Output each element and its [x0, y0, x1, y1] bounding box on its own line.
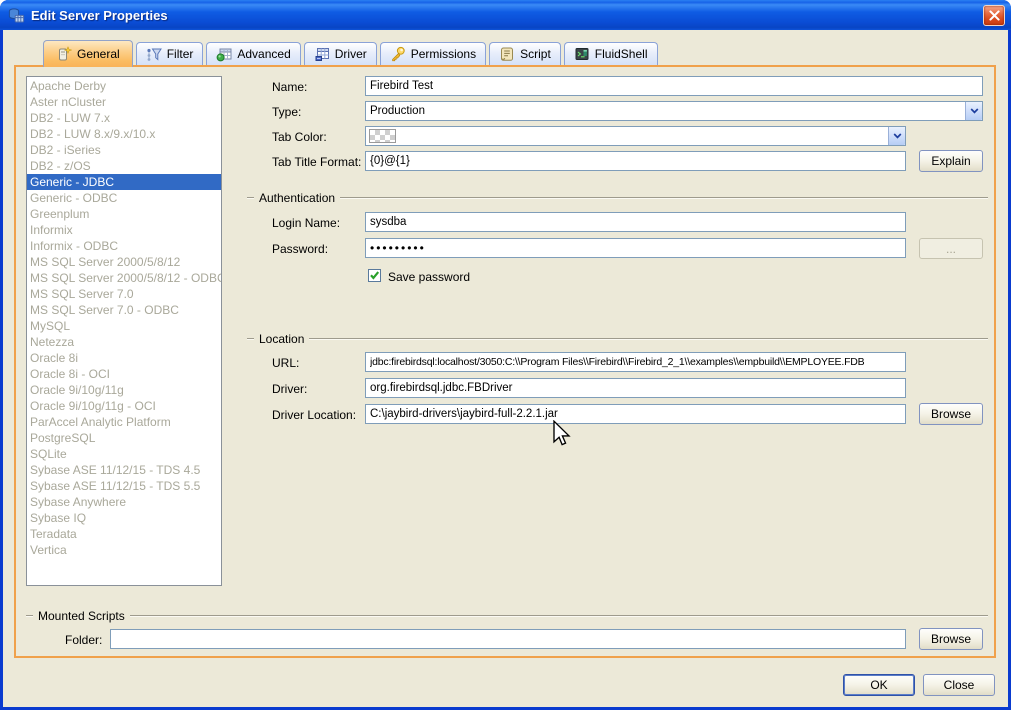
server-type-item[interactable]: Vertica [27, 542, 221, 558]
url-label: URL: [272, 356, 300, 370]
advanced-tab-icon [216, 46, 232, 62]
check-icon [370, 271, 380, 280]
server-type-item[interactable]: Informix - ODBC [27, 238, 221, 254]
tab-general[interactable]: General [43, 40, 133, 67]
server-type-item[interactable]: Oracle 9i/10g/11g [27, 382, 221, 398]
authentication-group-header: Authentication [247, 191, 988, 205]
chevron-down-icon[interactable] [965, 102, 982, 120]
close-button[interactable] [983, 5, 1005, 26]
server-type-item[interactable]: Teradata [27, 526, 221, 542]
save-password-label: Save password [388, 270, 471, 284]
server-type-item[interactable]: MySQL [27, 318, 221, 334]
window-title: Edit Server Properties [31, 7, 168, 23]
login-name-input[interactable] [365, 212, 906, 232]
mounted-scripts-group-title: Mounted Scripts [38, 609, 125, 623]
driver-location-label: Driver Location: [272, 408, 357, 422]
tab-script[interactable]: Script [489, 42, 561, 65]
save-password-checkbox[interactable] [368, 269, 381, 282]
type-selected-value: Production [370, 105, 425, 117]
password-input[interactable] [365, 238, 906, 258]
explain-button[interactable]: Explain [919, 150, 983, 172]
folder-browse-button[interactable]: Browse [919, 628, 983, 650]
server-type-item[interactable]: Sybase ASE 11/12/15 - TDS 4.5 [27, 462, 221, 478]
server-type-item[interactable]: Generic - ODBC [27, 190, 221, 206]
driver-label: Driver: [272, 382, 308, 396]
fluidshell-tab-icon [574, 46, 590, 62]
driver-tab-icon [314, 46, 330, 62]
server-type-item[interactable]: Apache Derby [27, 78, 221, 94]
password-label: Password: [272, 242, 329, 256]
server-type-item[interactable]: DB2 - z/OS [27, 158, 221, 174]
server-type-item[interactable]: DB2 - LUW 8.x/9.x/10.x [27, 126, 221, 142]
mouse-cursor-icon [552, 419, 571, 450]
close-icon [988, 10, 1000, 21]
server-type-item[interactable]: ParAccel Analytic Platform [27, 414, 221, 430]
type-select[interactable]: Production [365, 101, 983, 121]
general-tab-icon [56, 46, 72, 62]
ok-button[interactable]: OK [843, 674, 915, 696]
server-type-item[interactable]: PostgreSQL [27, 430, 221, 446]
server-type-item[interactable]: MS SQL Server 2000/5/8/12 - ODBC [27, 270, 221, 286]
permissions-tab-icon [390, 46, 406, 62]
tab-bar: General Filter Advanced Driver Permissio… [43, 38, 658, 67]
driver-location-input[interactable] [365, 404, 906, 424]
server-type-item[interactable]: MS SQL Server 7.0 [27, 286, 221, 302]
name-label: Name: [272, 80, 308, 94]
server-type-item[interactable]: Greenplum [27, 206, 221, 222]
title-bar: Edit Server Properties [0, 0, 1011, 30]
location-group-title: Location [259, 332, 305, 346]
server-type-item[interactable]: MS SQL Server 2000/5/8/12 [27, 254, 221, 270]
server-type-item[interactable]: Sybase IQ [27, 510, 221, 526]
type-label: Type: [272, 105, 302, 119]
script-tab-icon [499, 46, 515, 62]
close-dialog-button[interactable]: Close [923, 674, 995, 696]
tab-color-label: Tab Color: [272, 130, 327, 144]
folder-label: Folder: [65, 633, 103, 647]
server-type-item[interactable]: Generic - JDBC [27, 174, 221, 190]
location-group-header: Location [247, 332, 988, 346]
tab-fluidshell[interactable]: FluidShell [563, 42, 658, 65]
tab-color-select[interactable] [365, 126, 906, 146]
authentication-group-title: Authentication [259, 191, 336, 205]
server-type-item[interactable]: MS SQL Server 7.0 - ODBC [27, 302, 221, 318]
tab-filter[interactable]: Filter [135, 42, 204, 65]
server-type-item[interactable]: Aster nCluster [27, 94, 221, 110]
filter-tab-icon [146, 46, 162, 62]
driver-location-browse-button[interactable]: Browse [919, 403, 983, 425]
server-type-item[interactable]: DB2 - LUW 7.x [27, 110, 221, 126]
tab-title-format-input[interactable] [365, 151, 906, 171]
mounted-scripts-group-header: Mounted Scripts [26, 609, 988, 623]
server-type-item[interactable]: SQLite [27, 446, 221, 462]
tab-permissions[interactable]: Permissions [379, 42, 487, 65]
edit-server-properties-dialog: Edit Server Properties General Filter Ad… [0, 0, 1011, 710]
transparent-checker-swatch [369, 129, 396, 143]
password-ellipsis-button[interactable]: ... [919, 238, 983, 259]
url-input[interactable] [365, 352, 906, 372]
chevron-down-icon[interactable] [888, 127, 905, 145]
name-input[interactable] [365, 76, 983, 96]
login-name-label: Login Name: [272, 216, 341, 230]
server-type-item[interactable]: DB2 - iSeries [27, 142, 221, 158]
server-type-item[interactable]: Sybase ASE 11/12/15 - TDS 5.5 [27, 478, 221, 494]
server-type-item[interactable]: Oracle 8i [27, 350, 221, 366]
server-type-item[interactable]: Oracle 9i/10g/11g - OCI [27, 398, 221, 414]
folder-input[interactable] [110, 629, 906, 649]
server-type-list: Apache Derby Aster nCluster DB2 - LUW 7.x D… [26, 76, 222, 586]
server-type-item[interactable]: Oracle 8i - OCI [27, 366, 221, 382]
server-type-item[interactable]: Netezza [27, 334, 221, 350]
tab-advanced[interactable]: Advanced [206, 42, 301, 65]
server-window-icon [8, 7, 25, 24]
server-type-item[interactable]: Sybase Anywhere [27, 494, 221, 510]
driver-input[interactable] [365, 378, 906, 398]
tab-title-format-label: Tab Title Format: [272, 155, 362, 169]
server-type-item[interactable]: Informix [27, 222, 221, 238]
tab-driver[interactable]: Driver [303, 42, 377, 65]
